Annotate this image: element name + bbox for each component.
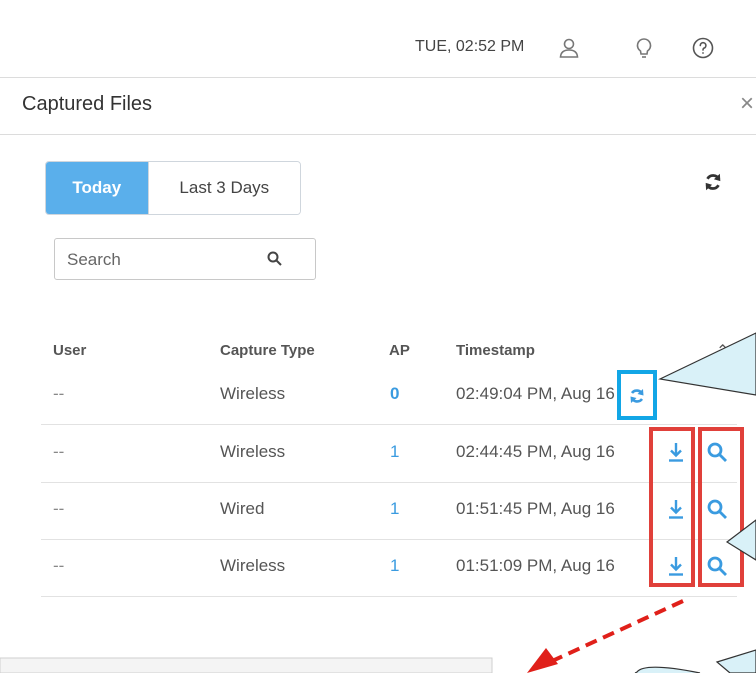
annotation-callouts xyxy=(0,332,756,673)
captured-files-panel: TUE, 02:52 PM Captured Files × Today Las… xyxy=(0,0,756,673)
